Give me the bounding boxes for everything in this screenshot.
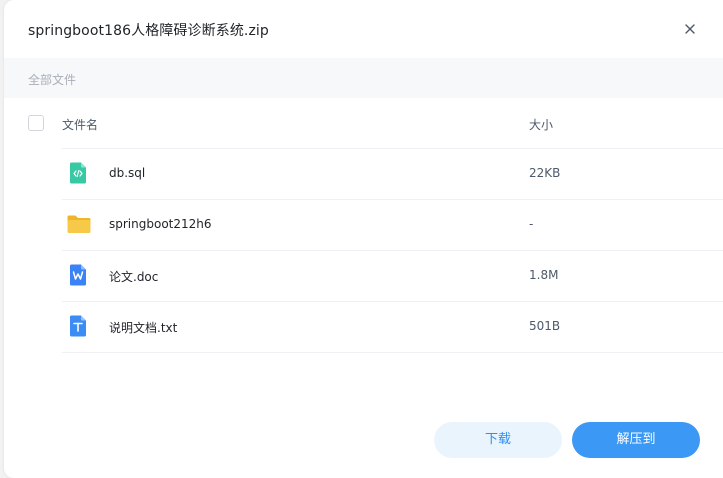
text-file-icon xyxy=(66,314,90,338)
word-doc-icon xyxy=(66,263,90,287)
file-size: - xyxy=(529,217,534,231)
file-name[interactable]: 论文.doc xyxy=(109,268,158,285)
dialog-title: springboot186人格障碍诊断系统.zip xyxy=(28,23,269,39)
breadcrumb-bar: 全部文件 xyxy=(4,58,723,98)
download-button[interactable]: 下载 xyxy=(434,422,562,458)
table-bottom-divider xyxy=(62,352,723,353)
sql-file-icon xyxy=(66,161,90,185)
table-row[interactable]: springboot212h6 - xyxy=(62,199,723,250)
column-header-size: 大小 xyxy=(529,118,554,132)
close-icon[interactable] xyxy=(681,20,699,38)
file-size: 22KB xyxy=(529,166,561,180)
file-name[interactable]: springboot212h6 xyxy=(109,217,212,231)
breadcrumb-all-files[interactable]: 全部文件 xyxy=(28,71,76,88)
file-name[interactable]: 说明文档.txt xyxy=(109,319,177,336)
folder-icon xyxy=(66,212,91,236)
column-header-name: 文件名 xyxy=(62,118,99,132)
file-size: 1.8M xyxy=(529,268,559,282)
table-row[interactable]: 论文.doc 1.8M xyxy=(62,250,723,301)
file-name[interactable]: db.sql xyxy=(109,166,145,180)
table-header: 文件名 大小 xyxy=(4,98,723,148)
table-row[interactable]: 说明文档.txt 501B xyxy=(62,301,723,352)
select-all-checkbox[interactable] xyxy=(28,115,44,131)
zip-preview-dialog: springboot186人格障碍诊断系统.zip 全部文件 文件名 大小 db… xyxy=(4,0,723,478)
table-row[interactable]: db.sql 22KB xyxy=(62,148,723,199)
extract-to-button[interactable]: 解压到 xyxy=(572,422,700,458)
file-size: 501B xyxy=(529,319,561,333)
